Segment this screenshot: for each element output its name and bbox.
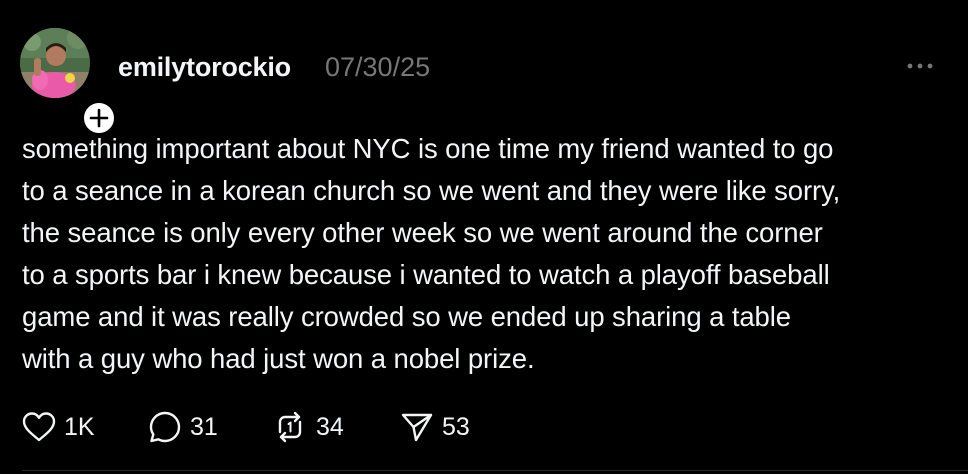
repost-count: 34 [316, 413, 344, 441]
repost-icon [278, 411, 302, 443]
send-icon [401, 413, 433, 442]
more-options-button[interactable] [900, 54, 940, 78]
like-button[interactable]: 1K [22, 407, 148, 447]
comment-bubble-icon [149, 411, 181, 443]
share-button[interactable]: 53 [400, 407, 500, 447]
post-action-bar: 1K 31 34 53 [22, 407, 500, 447]
post-timestamp[interactable]: 07/30/25 [325, 51, 430, 83]
thread-post: emilytorockio 07/30/25 something importa… [0, 0, 968, 474]
reply-button[interactable]: 31 [148, 407, 272, 447]
avatar-container[interactable] [20, 28, 118, 137]
post-divider [22, 470, 968, 471]
heart-icon [22, 412, 56, 442]
avatar[interactable] [20, 28, 90, 98]
share-count: 53 [442, 413, 470, 441]
plus-icon [89, 108, 109, 128]
post-body-text: something important about NYC is one tim… [22, 133, 841, 374]
username[interactable]: emilytorockio [118, 51, 291, 83]
avatar-image [20, 28, 90, 98]
reply-count: 31 [190, 413, 218, 441]
more-horizontal-icon [907, 63, 933, 69]
repost-button[interactable]: 34 [272, 407, 400, 447]
like-count: 1K [64, 413, 95, 441]
